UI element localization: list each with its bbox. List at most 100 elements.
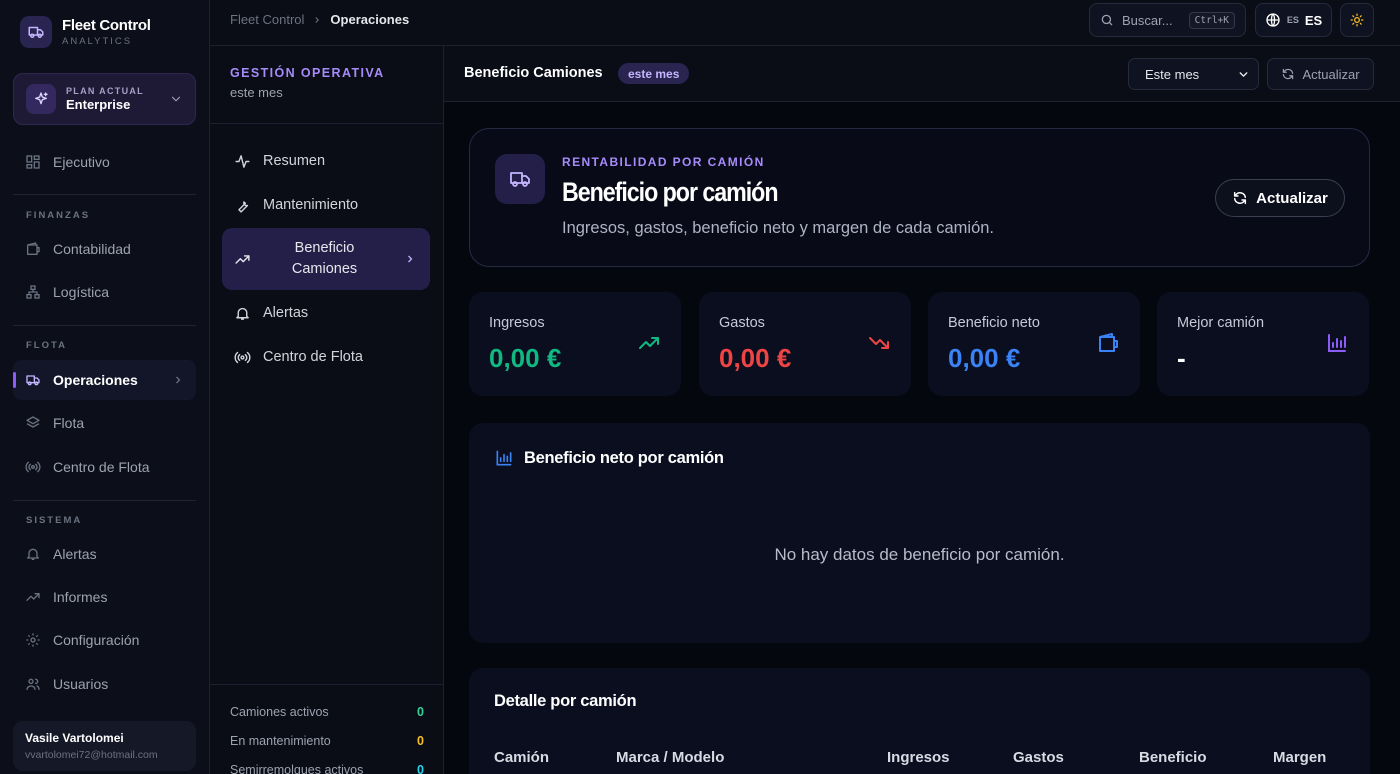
- subnav-item-mantenimiento[interactable]: Mantenimiento: [222, 185, 430, 225]
- column-header-gastos[interactable]: Gastos: [1013, 749, 1064, 766]
- refresh-button-header[interactable]: Actualizar: [1267, 58, 1374, 90]
- sidebar-item-label: Usuarios: [53, 676, 109, 692]
- section-label-sistema: SISTEMA: [26, 515, 83, 526]
- main-content: Beneficio Camiones este mes Este mes Act…: [444, 46, 1400, 774]
- hero-description: Ingresos, gastos, beneficio neto y marge…: [562, 219, 995, 237]
- sidebar-item-label: Ejecutivo: [53, 154, 110, 170]
- breadcrumb-root[interactable]: Fleet Control: [230, 12, 304, 27]
- plan-selector[interactable]: PLAN ACTUAL Enterprise: [13, 73, 196, 125]
- column-header-ingresos[interactable]: Ingresos: [887, 749, 950, 766]
- bar-chart-icon: [1325, 331, 1349, 355]
- kpi-value: 0,00 €: [719, 343, 792, 373]
- search-shortcut: Ctrl+K: [1188, 11, 1235, 29]
- column-header-camion[interactable]: Camión: [494, 749, 549, 766]
- wallet-icon: [1096, 331, 1120, 355]
- sidebar-item-operaciones[interactable]: Operaciones: [13, 360, 196, 400]
- trending-up-icon: [234, 251, 251, 268]
- column-header-beneficio[interactable]: Beneficio: [1139, 749, 1207, 766]
- language-selector[interactable]: ES ES: [1255, 3, 1332, 37]
- refresh-icon: [1232, 190, 1248, 206]
- sidebar-item-flota[interactable]: Flota: [13, 403, 196, 443]
- sidebar: Fleet Control ANALYTICS PLAN ACTUAL Ente…: [0, 0, 210, 774]
- broadcast-icon: [234, 349, 251, 366]
- truck-logo-icon: [20, 16, 52, 48]
- sidebar-item-label: Configuración: [53, 632, 140, 648]
- trending-up-icon: [25, 589, 41, 605]
- sidebar-item-informes[interactable]: Informes: [13, 577, 196, 617]
- stat-label: Semirremolques activos: [230, 762, 364, 774]
- sidebar-divider: [13, 194, 196, 195]
- subnav-divider: [210, 123, 444, 124]
- subnav-item-centro-flota[interactable]: Centro de Flota: [222, 337, 430, 377]
- sidebar-item-configuracion[interactable]: Configuración: [13, 620, 196, 660]
- kpi-card-ingresos: Ingresos 0,00 €: [469, 292, 681, 396]
- hero-kicker: RENTABILIDAD POR CAMIÓN: [562, 155, 765, 169]
- chart-header: Beneficio neto por camión: [494, 448, 724, 468]
- subnav-subtitle: este mes: [230, 85, 283, 100]
- subnav-item-label: Beneficio Camiones: [291, 240, 358, 277]
- subnav-item-label: Mantenimiento: [263, 197, 359, 213]
- subnav: GESTIÓN OPERATIVA este mes Resumen Mante…: [210, 46, 444, 774]
- gear-icon: [25, 632, 41, 648]
- subnav-item-alertas[interactable]: Alertas: [222, 293, 430, 333]
- kpi-value: 0,00 €: [948, 343, 1021, 373]
- sidebar-item-contabilidad[interactable]: Contabilidad: [13, 229, 196, 269]
- dashboard-icon: [25, 154, 41, 170]
- sidebar-item-logistica[interactable]: Logística: [13, 272, 196, 312]
- brand[interactable]: Fleet Control ANALYTICS: [20, 16, 151, 48]
- refresh-label: Actualizar: [1256, 189, 1328, 207]
- bar-chart-icon: [494, 448, 514, 468]
- bell-icon: [25, 546, 41, 562]
- sidebar-item-ejecutivo[interactable]: Ejecutivo: [13, 142, 196, 182]
- column-header-marca[interactable]: Marca / Modelo: [616, 749, 724, 766]
- app-root: Fleet Control ANALYTICS PLAN ACTUAL Ente…: [0, 0, 1400, 774]
- kpi-label: Mejor camión: [1177, 315, 1265, 331]
- language-flag: ES: [1286, 15, 1299, 25]
- subnav-item-label: Resumen: [263, 153, 326, 169]
- search-icon: [1100, 13, 1114, 27]
- stat-label: En mantenimiento: [230, 733, 331, 748]
- sidebar-item-alertas[interactable]: Alertas: [13, 534, 196, 574]
- subnav-item-beneficio[interactable]: Beneficio Camiones: [222, 228, 430, 290]
- column-header-margen[interactable]: Margen: [1273, 749, 1326, 766]
- subnav-item-label: Centro de Flota: [263, 349, 363, 365]
- chart-title: Beneficio neto por camión: [524, 448, 724, 467]
- theme-toggle[interactable]: [1340, 3, 1374, 37]
- globe-icon: [1265, 12, 1281, 28]
- trending-down-icon: [867, 331, 891, 355]
- wrench-icon: [234, 197, 251, 214]
- subnav-title: GESTIÓN OPERATIVA: [230, 66, 385, 80]
- refresh-label: Actualizar: [1302, 66, 1360, 82]
- wallet-icon: [25, 241, 41, 257]
- subnav-item-resumen[interactable]: Resumen: [222, 141, 430, 181]
- user-name: Vasile Vartolomei: [25, 731, 124, 745]
- layers-icon: [25, 415, 41, 431]
- search-button[interactable]: Buscar... Ctrl+K: [1089, 3, 1246, 37]
- kpi-card-mejor-camion: Mejor camión -: [1157, 292, 1369, 396]
- sidebar-item-label: Informes: [53, 589, 108, 605]
- section-label-flota: FLOTA: [26, 340, 67, 351]
- user-card[interactable]: Vasile Vartolomei vvartolomei72@hotmail.…: [13, 721, 196, 771]
- page-title: Beneficio Camiones: [464, 65, 603, 81]
- period-badge: este mes: [618, 63, 690, 84]
- truck-icon: [495, 154, 545, 204]
- detail-table-card: Detalle por camión Camión Marca / Modelo…: [469, 668, 1370, 774]
- sidebar-divider: [13, 500, 196, 501]
- brand-subtitle: ANALYTICS: [62, 36, 133, 47]
- period-select[interactable]: Este mes: [1128, 58, 1259, 90]
- chart-empty-state: No hay datos de beneficio por camión.: [774, 545, 1065, 564]
- sidebar-item-centro-flota[interactable]: Centro de Flota: [13, 447, 196, 487]
- sidebar-item-usuarios[interactable]: Usuarios: [13, 664, 196, 704]
- kpi-label: Gastos: [719, 315, 765, 331]
- refresh-button[interactable]: Actualizar: [1215, 179, 1345, 217]
- chevron-down-icon: [1237, 68, 1250, 81]
- stat-row: Camiones activos 0: [210, 697, 444, 726]
- hero-card: RENTABILIDAD POR CAMIÓN Beneficio por ca…: [469, 128, 1370, 267]
- broadcast-icon: [25, 459, 41, 475]
- stat-value: 0: [417, 762, 424, 774]
- refresh-icon: [1281, 67, 1295, 81]
- stat-value: 0: [417, 704, 424, 719]
- search-label: Buscar...: [1122, 12, 1173, 28]
- sidebar-item-label: Operaciones: [53, 372, 138, 388]
- truck-icon: [25, 372, 41, 388]
